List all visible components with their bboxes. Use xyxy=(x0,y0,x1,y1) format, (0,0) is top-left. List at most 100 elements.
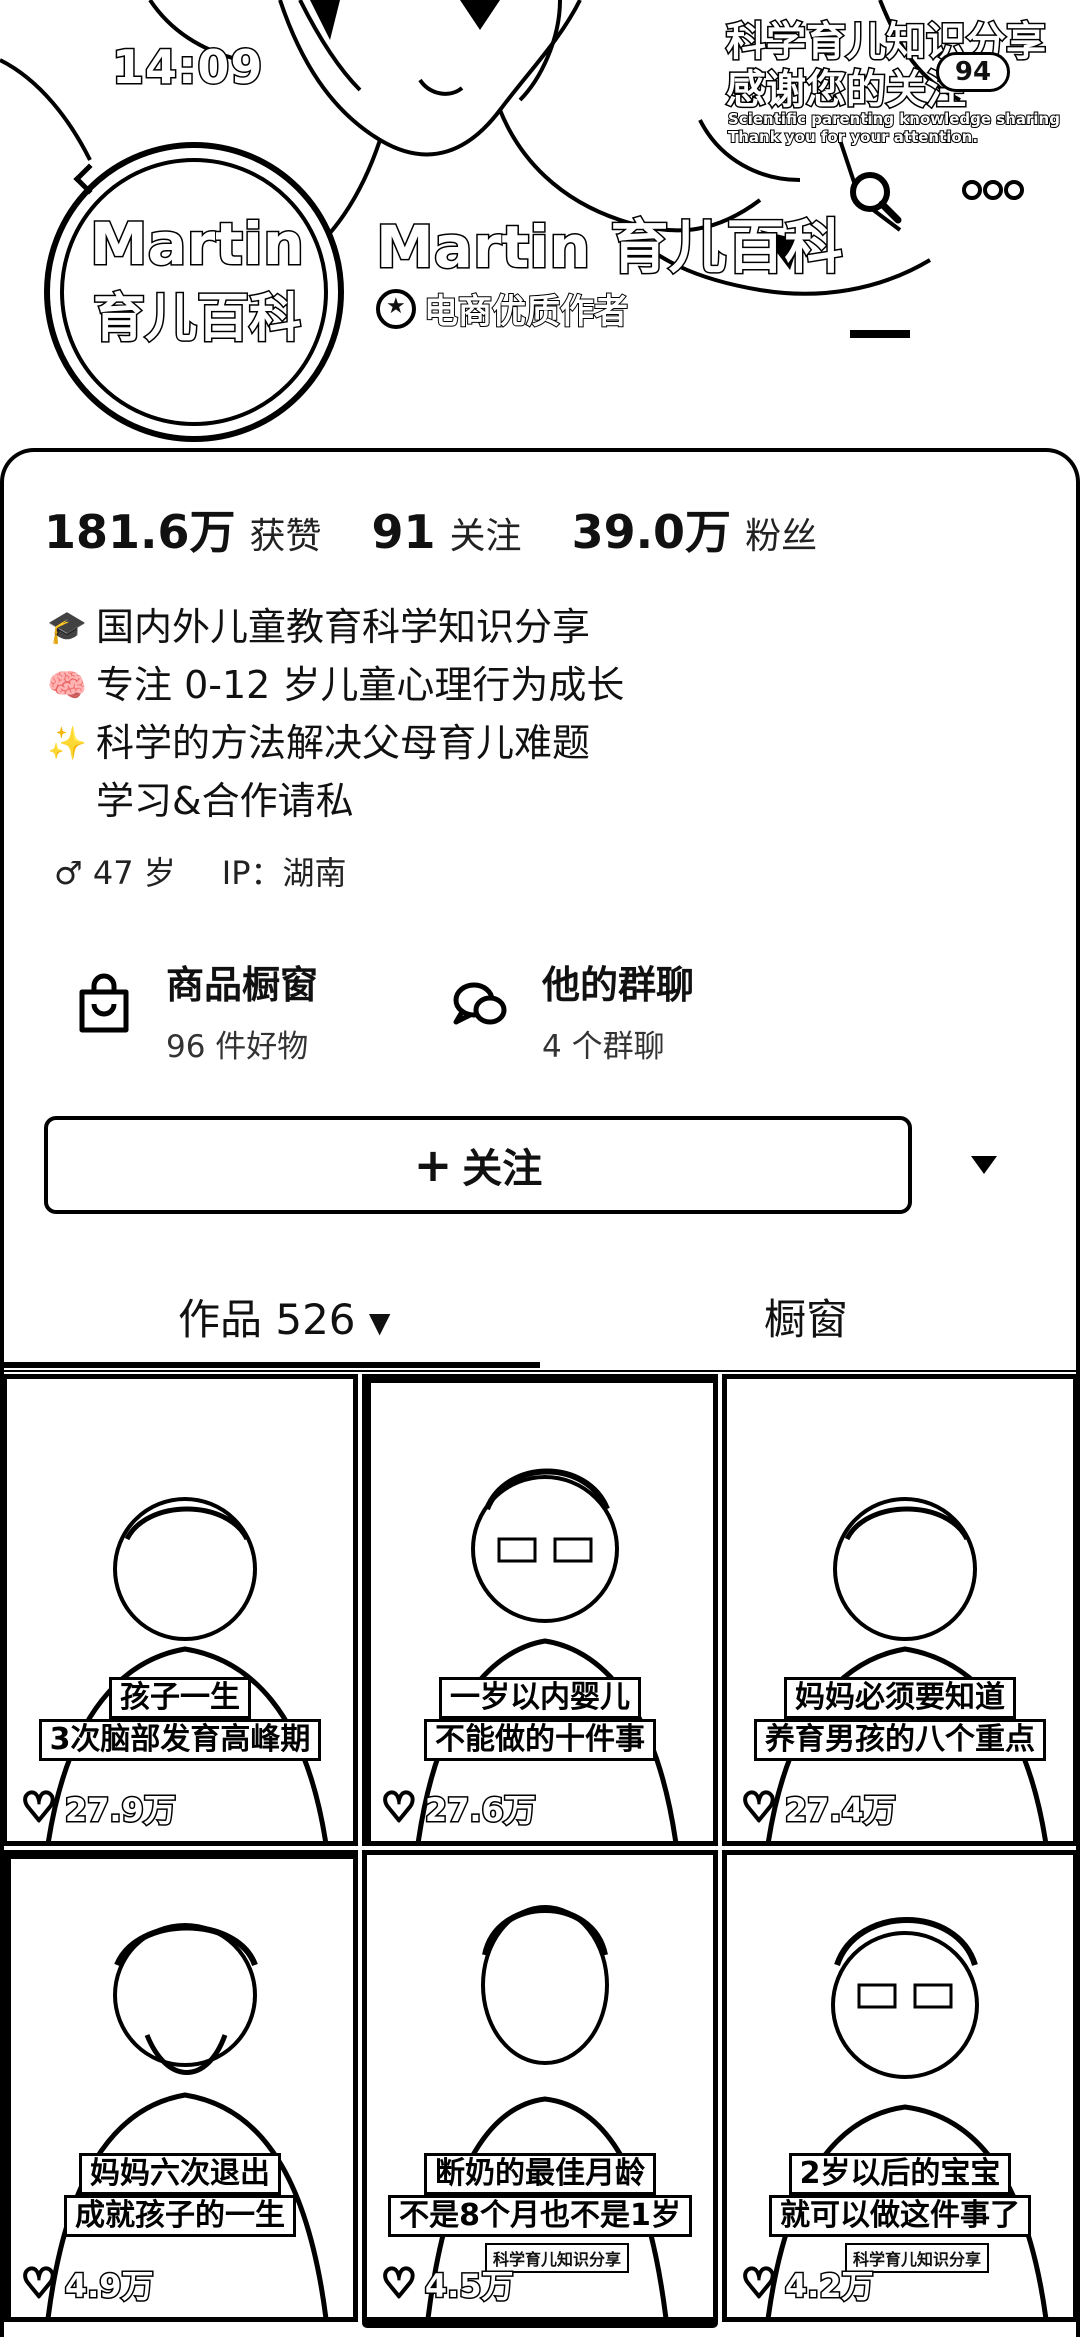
bio-text: 专注 0-12 岁儿童心理行为成长 xyxy=(96,663,625,707)
video-tile[interactable]: 2岁以后的宝宝 就可以做这件事了 科学育儿知识分享 ♡ 4.2万 xyxy=(722,1850,1078,2322)
video-caption-line: 妈妈必须要知道 xyxy=(784,1677,1016,1719)
followers-label: 粉丝 xyxy=(745,516,818,557)
video-caption: 妈妈必须要知道 养育男孩的八个重点 xyxy=(737,1677,1063,1761)
video-thumbnail xyxy=(7,1855,353,2317)
video-caption-line: 妈妈六次退出 xyxy=(79,2153,281,2195)
video-likes-count: 27.9万 xyxy=(63,1790,177,1831)
likes-label: 获赞 xyxy=(249,516,322,557)
heart-icon: ♡ xyxy=(380,1785,419,1831)
following-count[interactable]: 91 xyxy=(372,505,436,559)
follow-button-label: 关注 xyxy=(462,1146,543,1192)
following-label: 关注 xyxy=(449,516,522,557)
video-caption: 2岁以后的宝宝 就可以做这件事了 xyxy=(737,2153,1063,2237)
group-chat-count: 4 个群聊 xyxy=(542,1029,665,1065)
shop-window-title: 商品橱窗 xyxy=(166,963,319,1007)
heart-icon: ♡ xyxy=(740,1785,779,1831)
followers-count[interactable]: 39.0万 xyxy=(572,496,732,562)
video-likes-count: 27.4万 xyxy=(783,1790,897,1831)
tab-works-label: 作品 526 xyxy=(178,1295,356,1344)
video-likes: ♡ 4.2万 xyxy=(740,2261,876,2307)
avatar-text-latin: Martin xyxy=(88,209,305,280)
video-caption-line: 养育男孩的八个重点 xyxy=(754,1719,1046,1761)
video-caption-line: 2岁以后的宝宝 xyxy=(788,2153,1012,2195)
heart-icon: ♡ xyxy=(740,2261,779,2307)
video-tile[interactable]: 妈妈六次退出 成就孩子的一生 ♡ 4.9万 xyxy=(2,1850,358,2322)
video-caption: 一岁以内婴儿 不能做的十件事 xyxy=(377,1677,703,1761)
likes-count[interactable]: 181.6万 xyxy=(44,496,236,562)
video-likes: ♡ 27.4万 xyxy=(740,1785,898,1831)
active-tab-indicator xyxy=(0,1362,540,1368)
heart-icon: ♡ xyxy=(20,2261,59,2307)
profile-banner: 14:09 科学育儿知识分享 感谢您的关注 94 Scientific pare… xyxy=(0,0,1080,470)
video-caption-line: 成就孩子的一生 xyxy=(64,2195,296,2237)
video-likes: ♡ 27.6万 xyxy=(380,1785,538,1831)
profile-bio: 🎓 国内外儿童教育科学知识分享 🧠 专注 0-12 岁儿童心理行为成长 ✨ 科学… xyxy=(44,598,624,830)
video-likes-count: 4.9万 xyxy=(63,2266,155,2307)
shopping-bag-icon xyxy=(79,973,129,1033)
group-chat-title: 他的群聊 xyxy=(542,963,695,1007)
video-likes: ♡ 4.5万 xyxy=(380,2261,516,2307)
video-thumbnail xyxy=(766,1497,1048,1841)
video-caption: 妈妈六次退出 成就孩子的一生 xyxy=(17,2153,343,2237)
video-likes: ♡ 4.9万 xyxy=(20,2261,156,2307)
video-caption-line: 3次脑部发育高峰期 xyxy=(38,1719,322,1761)
video-tile[interactable]: 妈妈必须要知道 养育男孩的八个重点 ♡ 27.4万 xyxy=(722,1374,1078,1846)
graduate-icon: 🎓 xyxy=(47,608,87,646)
more-options-icon[interactable] xyxy=(962,176,1024,204)
brain-icon: 🧠 xyxy=(47,666,87,704)
verification-badge[interactable]: 电商优质作者 xyxy=(376,284,629,333)
bio-text: 科学的方法解决父母育儿难题 xyxy=(96,721,591,765)
video-caption-line: 就可以做这件事了 xyxy=(769,2195,1031,2237)
video-tile[interactable]: 一岁以内婴儿 不能做的十件事 ♡ 27.6万 xyxy=(362,1374,718,1846)
video-thumbnail xyxy=(46,1497,328,1841)
bio-text: 学习&合作请私 xyxy=(96,779,354,823)
follow-button[interactable]: + 关注 xyxy=(44,1116,912,1214)
video-caption-line: 一岁以内婴儿 xyxy=(439,1677,641,1719)
video-caption: 孩子一生 3次脑部发育高峰期 xyxy=(17,1677,343,1761)
bio-line: 🧠 专注 0-12 岁儿童心理行为成长 xyxy=(44,656,624,714)
gender-age-tag: ♂ 47 岁 xyxy=(54,854,176,892)
tab-showcase[interactable]: 橱窗 xyxy=(764,1286,848,1347)
bio-line: ✨ 科学的方法解决父母育儿难题 xyxy=(44,714,624,772)
chat-bubbles-icon xyxy=(453,982,507,1025)
profile-meta: ♂ 47 岁 IP：湖南 xyxy=(54,848,347,894)
video-likes-count: 4.2万 xyxy=(783,2266,875,2307)
bio-line: 🎓 国内外儿童教育科学知识分享 xyxy=(44,598,624,656)
banner-subtitle-line: Thank you for your attention. xyxy=(727,127,979,147)
tab-works[interactable]: 作品 526 ▼ xyxy=(178,1286,390,1347)
video-caption: 断奶的最佳月龄 不是8个月也不是1岁 xyxy=(377,2153,703,2237)
profile-name: Martin 育儿百科 xyxy=(375,212,845,283)
video-likes-count: 27.6万 xyxy=(423,1790,537,1831)
video-caption-line: 不是8个月也不是1岁 xyxy=(388,2195,692,2237)
shop-window-count: 96 件好物 xyxy=(166,1029,309,1065)
video-tile[interactable]: 孩子一生 3次脑部发育高峰期 ♡ 27.9万 xyxy=(2,1374,358,1846)
follow-dropdown-icon[interactable] xyxy=(956,1140,1012,1190)
banner-subtitle-line: Scientific parenting knowledge sharing xyxy=(727,109,1061,129)
verification-text: 电商优质作者 xyxy=(423,291,629,333)
tab-divider xyxy=(0,1370,1080,1372)
bio-text: 国内外儿童教育科学知识分享 xyxy=(96,605,591,649)
avatar-text-chinese: 育儿百科 xyxy=(91,288,302,351)
sparkle-icon: ✨ xyxy=(47,724,87,762)
verified-star-icon xyxy=(376,288,416,329)
search-icon[interactable] xyxy=(846,168,902,224)
banner-subtitle: Scientific parenting knowledge sharing T… xyxy=(727,109,1061,147)
video-thumbnail xyxy=(367,1379,713,1841)
status-bar-time: 14:09 xyxy=(110,39,264,96)
video-tile[interactable]: 断奶的最佳月龄 不是8个月也不是1岁 科学育儿知识分享 ♡ 4.5万 xyxy=(362,1850,718,2322)
home-indicator xyxy=(362,2318,718,2328)
notification-badge: 94 xyxy=(936,52,1010,92)
video-caption-line: 孩子一生 xyxy=(109,1677,251,1719)
group-chat-entry[interactable]: 他的群聊 4 个群聊 xyxy=(448,954,694,1066)
bio-line: 学习&合作请私 xyxy=(44,772,624,830)
stats-row: 181.6万 获赞 91 关注 39.0万 粉丝 xyxy=(44,496,853,562)
heart-icon: ♡ xyxy=(20,1785,59,1831)
video-caption-line: 不能做的十件事 xyxy=(424,1719,656,1761)
video-likes: ♡ 27.9万 xyxy=(20,1785,178,1831)
ip-location: IP：湖南 xyxy=(221,854,347,892)
plus-icon: + xyxy=(413,1138,453,1192)
video-likes-count: 4.5万 xyxy=(423,2266,515,2307)
chevron-down-icon: ▼ xyxy=(368,1306,391,1339)
heart-icon: ♡ xyxy=(380,2261,419,2307)
shop-window-entry[interactable]: 商品橱窗 96 件好物 xyxy=(72,954,318,1066)
